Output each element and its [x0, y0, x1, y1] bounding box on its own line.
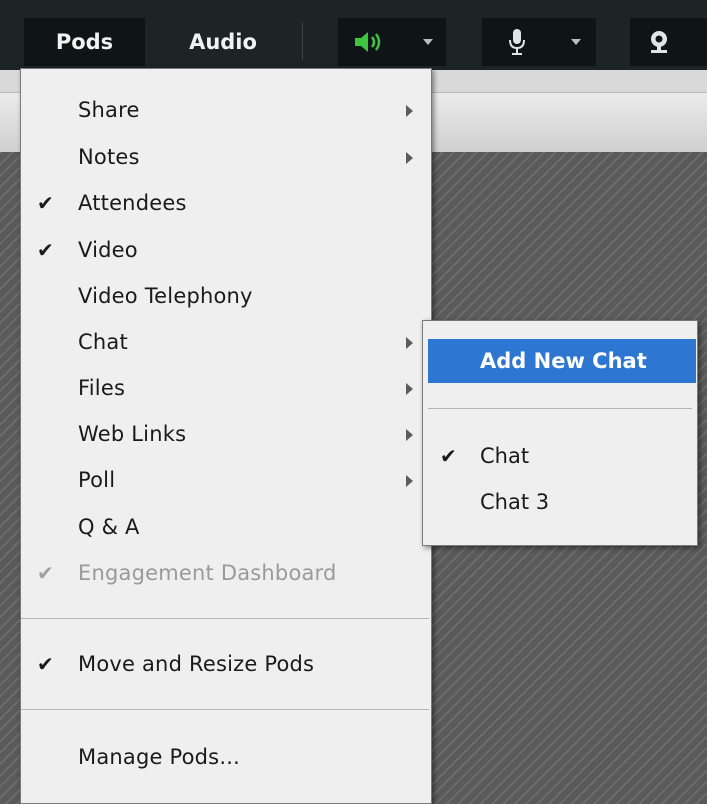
toolbar-divider	[302, 22, 303, 60]
webcam-control	[630, 18, 707, 66]
menu-item-move-resize-pods[interactable]: ✔ Move and Resize Pods	[21, 644, 431, 684]
menu-item-label: Chat 3	[480, 490, 550, 514]
checkmark-icon: ✔	[440, 444, 457, 468]
pods-dropdown-menu: Share Notes ✔ Attendees ✔ Video Video Te…	[20, 68, 432, 804]
checkmark-icon: ✔	[37, 561, 54, 585]
menu-item-label: Video Telephony	[78, 284, 253, 308]
menu-item-share[interactable]: Share	[21, 90, 431, 130]
checkmark-icon: ✔	[37, 652, 54, 676]
microphone-icon[interactable]	[482, 18, 552, 66]
submenu-arrow-icon	[406, 429, 413, 441]
menu-divider	[21, 618, 429, 619]
menu-item-label: Engagement Dashboard	[78, 561, 337, 585]
menu-item-video[interactable]: ✔ Video	[21, 230, 431, 270]
speaker-control	[338, 18, 446, 66]
menu-item-web-links[interactable]: Web Links	[21, 414, 431, 454]
meeting-menubar: Pods Audio	[0, 0, 707, 70]
menu-divider	[428, 408, 692, 409]
menu-item-chat[interactable]: Chat	[21, 322, 431, 362]
microphone-options-chevron-down-icon[interactable]	[562, 18, 590, 66]
menu-item-chat-3[interactable]: Chat 3	[423, 480, 697, 524]
submenu-arrow-icon	[406, 105, 413, 117]
submenu-arrow-icon	[406, 475, 413, 487]
menu-item-label: Web Links	[78, 422, 187, 446]
submenu-arrow-icon	[406, 383, 413, 395]
menu-item-label: Chat	[78, 330, 128, 354]
menu-item-notes[interactable]: Notes	[21, 137, 431, 177]
menu-item-q-and-a[interactable]: Q & A	[21, 507, 431, 547]
menu-item-label: Share	[78, 98, 140, 122]
menu-item-label: Poll	[78, 468, 116, 492]
chat-submenu: Add New Chat ✔ Chat Chat 3	[422, 320, 698, 546]
submenu-arrow-icon	[406, 152, 413, 164]
speaker-options-chevron-down-icon[interactable]	[414, 18, 442, 66]
submenu-arrow-icon	[406, 337, 413, 349]
pods-menu-button[interactable]: Pods	[24, 18, 145, 66]
menu-item-label: Manage Pods...	[78, 745, 240, 769]
menu-item-files[interactable]: Files	[21, 368, 431, 408]
menu-item-label: Move and Resize Pods	[78, 652, 315, 676]
menu-item-label: Add New Chat	[480, 349, 647, 373]
menu-item-label: Files	[78, 376, 126, 400]
menu-item-video-telephony[interactable]: Video Telephony	[21, 276, 431, 316]
checkmark-icon: ✔	[37, 238, 54, 262]
menu-item-label: Video	[78, 238, 138, 262]
menu-item-label: Q & A	[78, 515, 140, 539]
speaker-icon[interactable]	[338, 18, 402, 66]
menu-item-attendees[interactable]: ✔ Attendees	[21, 183, 431, 223]
menu-divider	[21, 709, 429, 710]
microphone-control	[482, 18, 596, 66]
checkmark-icon: ✔	[37, 191, 54, 215]
webcam-icon[interactable]	[630, 18, 688, 66]
menu-item-engagement-dashboard: ✔ Engagement Dashboard	[21, 553, 431, 593]
menu-item-manage-pods[interactable]: Manage Pods...	[21, 737, 431, 777]
menu-item-poll[interactable]: Poll	[21, 460, 431, 500]
audio-menu-button[interactable]: Audio	[148, 18, 298, 66]
menu-item-chat-1[interactable]: ✔ Chat	[423, 434, 697, 478]
menu-item-label: Chat	[480, 444, 530, 468]
menu-item-label: Notes	[78, 145, 140, 169]
menu-item-add-new-chat[interactable]: Add New Chat	[428, 339, 696, 383]
menu-item-label: Attendees	[78, 191, 187, 215]
